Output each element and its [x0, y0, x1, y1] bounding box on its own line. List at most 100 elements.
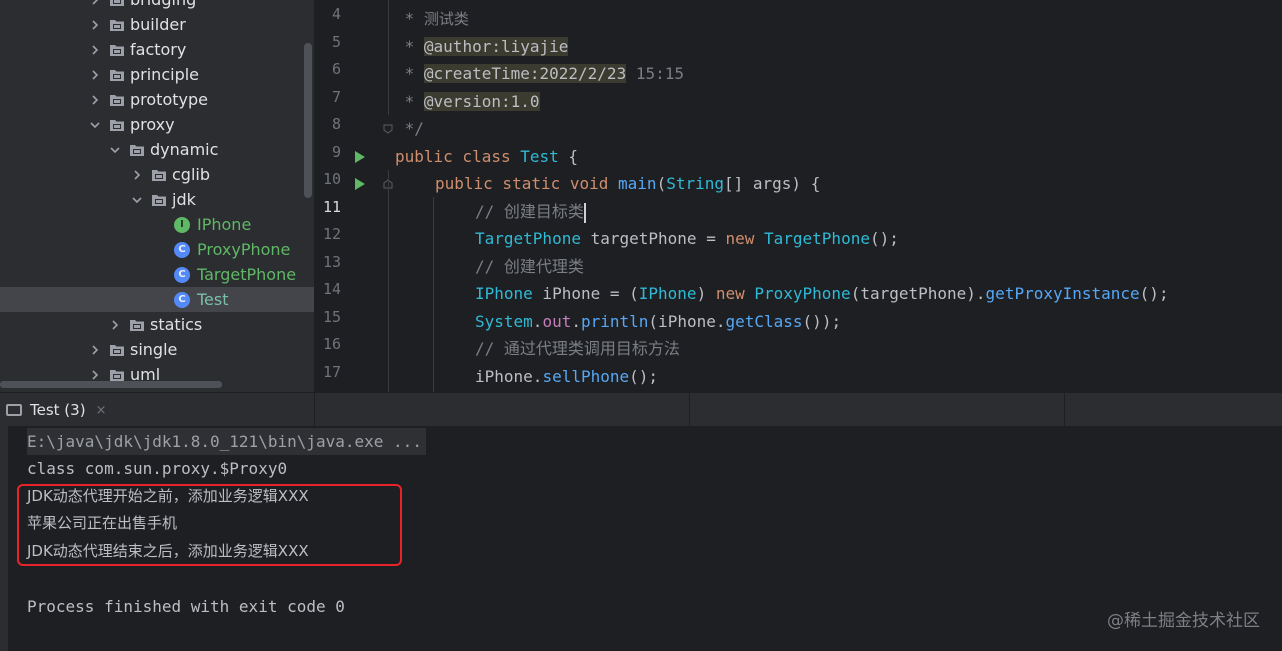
- console-icon: [6, 404, 22, 416]
- class-icon: C: [174, 241, 190, 258]
- tree-item-principle[interactable]: principle: [0, 62, 314, 87]
- folder-icon: [110, 0, 124, 6]
- code-line-8: */: [395, 119, 424, 138]
- text-cursor: [583, 202, 586, 223]
- code-line-17: iPhone.sellPhone();: [475, 367, 659, 386]
- console-command-line[interactable]: E:\java\jdk\jdk1.8.0_121\bin\java.exe ..…: [27, 428, 426, 455]
- project-tree: bridging builder factory principle prototype…: [0, 0, 314, 392]
- tree-item-label: single: [130, 340, 178, 359]
- line-number: 9: [331, 143, 341, 161]
- code-line-14: IPhone iPhone = (IPhone) new ProxyPhone(…: [475, 284, 1169, 303]
- tree-item-label: proxy: [130, 115, 175, 134]
- tree-item-label: prototype: [130, 90, 208, 109]
- tree-item-factory[interactable]: factory: [0, 37, 314, 62]
- line-number: 10: [322, 170, 341, 188]
- tree-item-iphone[interactable]: I IPhone: [0, 212, 314, 237]
- run-tab[interactable]: Test (3) ×: [0, 393, 106, 427]
- run-panel-header: Test (3) ×: [0, 392, 1282, 427]
- code-line-5: * @author:liyajie: [395, 37, 569, 56]
- header-divider: [689, 393, 690, 427]
- run-tab-label: Test (3): [30, 401, 86, 419]
- line-number: 6: [331, 60, 341, 78]
- code-line-12: TargetPhone targetPhone = new TargetPhon…: [475, 229, 899, 248]
- code-line-11: // 创建目标类: [475, 202, 586, 223]
- line-number: 7: [331, 88, 341, 106]
- folder-icon: [110, 69, 124, 81]
- line-number: 5: [331, 33, 341, 51]
- tree-item-statics[interactable]: statics: [0, 312, 314, 337]
- folder-icon: [152, 169, 166, 181]
- chevron-right-icon[interactable]: [88, 368, 102, 382]
- header-divider: [1064, 393, 1065, 427]
- folder-icon: [110, 94, 124, 106]
- code-line-7: * @version:1.0: [395, 92, 540, 111]
- folder-icon: [110, 119, 124, 131]
- line-number: 17: [322, 363, 341, 381]
- chevron-right-icon[interactable]: [88, 68, 102, 82]
- code-line-15: System.out.println(iPhone.getClass());: [475, 312, 842, 331]
- code-line-16: // 通过代理类调用目标方法: [475, 339, 680, 358]
- line-number: 8: [331, 115, 341, 133]
- code-editor[interactable]: 4 5 6 7 8 9 10 11 12 13 14 15 16 17 * 测试…: [315, 0, 1282, 392]
- run-main-icon[interactable]: [355, 178, 365, 190]
- tree-item-label: bridging: [130, 0, 196, 9]
- folder-icon: [110, 344, 124, 356]
- chevron-down-icon[interactable]: [88, 118, 102, 132]
- tree-item-label: TargetPhone: [197, 265, 297, 284]
- chevron-right-icon[interactable]: [88, 0, 102, 7]
- tree-item-label: cglib: [172, 165, 210, 184]
- folder-icon: [130, 144, 144, 156]
- class-icon: C: [174, 291, 190, 308]
- tree-horizontal-scrollbar[interactable]: [0, 381, 222, 388]
- line-number: 15: [322, 308, 341, 326]
- folder-icon: [110, 369, 124, 381]
- code-line-10: public static void main(String[] args) {: [435, 174, 821, 193]
- chevron-right-icon[interactable]: [88, 343, 102, 357]
- chevron-right-icon[interactable]: [88, 93, 102, 107]
- tree-item-jdk[interactable]: jdk: [0, 187, 314, 212]
- chevron-right-icon[interactable]: [130, 168, 144, 182]
- watermark: @稀土掘金技术社区: [1107, 611, 1260, 631]
- tree-item-builder[interactable]: builder: [0, 12, 314, 37]
- tree-item-label: principle: [130, 65, 200, 84]
- tree-item-proxy[interactable]: proxy: [0, 112, 314, 137]
- indent-guide: [388, 0, 389, 115]
- console-exit-line: Process finished with exit code 0: [27, 597, 345, 616]
- tree-item-prototype[interactable]: prototype: [0, 87, 314, 112]
- tree-item-cglib[interactable]: cglib: [0, 162, 314, 187]
- tree-item-label: statics: [150, 315, 203, 334]
- tree-item-label: factory: [130, 40, 187, 59]
- tree-item-label: dynamic: [150, 140, 219, 159]
- tree-item-test[interactable]: C Test: [0, 287, 314, 312]
- run-class-icon[interactable]: [355, 151, 365, 163]
- highlight-annotation-box: [17, 484, 402, 566]
- code-line-4: * 测试类: [395, 9, 469, 28]
- line-number: 12: [322, 225, 341, 243]
- fold-marker-icon[interactable]: [383, 124, 393, 134]
- indent-guide: [433, 197, 434, 392]
- console-output[interactable]: E:\java\jdk\jdk1.8.0_121\bin\java.exe ..…: [0, 426, 1282, 651]
- tree-item-label: IPhone: [197, 215, 252, 234]
- folder-icon: [152, 194, 166, 206]
- interface-icon: I: [174, 216, 190, 233]
- chevron-down-icon[interactable]: [130, 193, 144, 207]
- tree-vertical-scrollbar[interactable]: [304, 43, 312, 198]
- chevron-down-icon[interactable]: [108, 143, 122, 157]
- tree-item-label: Test: [197, 290, 229, 309]
- tree-item-label: builder: [130, 15, 186, 34]
- header-divider: [314, 393, 315, 427]
- tree-item-proxyphone[interactable]: C ProxyPhone: [0, 237, 314, 262]
- close-icon[interactable]: ×: [96, 403, 107, 418]
- tree-item-label: jdk: [172, 190, 196, 209]
- tree-item-dynamic[interactable]: dynamic: [0, 137, 314, 162]
- chevron-right-icon[interactable]: [88, 18, 102, 32]
- chevron-right-icon[interactable]: [88, 43, 102, 57]
- tree-item-bridging[interactable]: bridging: [0, 0, 314, 12]
- chevron-right-icon[interactable]: [108, 318, 122, 332]
- line-number-current: 11: [322, 198, 341, 216]
- tree-item-single[interactable]: single: [0, 337, 314, 362]
- tree-item-targetphone[interactable]: C TargetPhone: [0, 262, 314, 287]
- tree-item-label: ProxyPhone: [197, 240, 291, 259]
- folder-icon: [110, 19, 124, 31]
- console-line: class com.sun.proxy.$Proxy0: [27, 459, 288, 478]
